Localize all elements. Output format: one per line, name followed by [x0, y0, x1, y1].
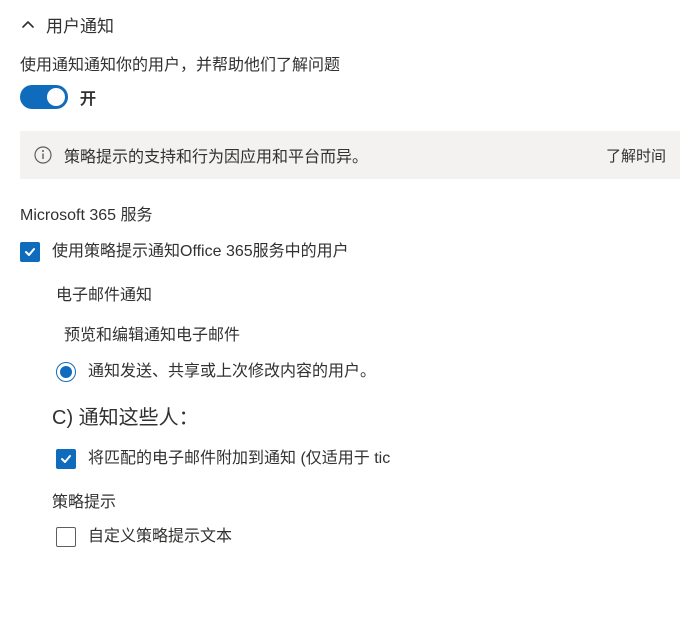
- info-banner-text: 策略提示的支持和行为因应用和平台而异。: [64, 143, 594, 167]
- section-description: 使用通知通知你的用户，并帮助他们了解问题: [20, 51, 680, 75]
- preview-edit-email-link[interactable]: 预览和编辑通知电子邮件: [20, 321, 680, 345]
- notify-these-people-heading: C) 通知这些人：: [20, 401, 680, 430]
- info-icon: [34, 146, 52, 164]
- policy-tip-subheading: 策略提示: [20, 488, 680, 512]
- email-notification-heading: 电子邮件通知: [20, 281, 680, 305]
- policy-tip-checkbox[interactable]: [20, 242, 40, 262]
- policy-tip-checkbox-label: 使用策略提示通知Office 365服务中的用户: [52, 241, 349, 263]
- notify-sender-radio-label: 通知发送、共享或上次修改内容的用户。: [88, 361, 376, 383]
- custom-policy-tip-checkbox[interactable]: [56, 527, 76, 547]
- info-banner: 策略提示的支持和行为因应用和平台而异。 了解时间: [20, 131, 680, 179]
- notifications-toggle[interactable]: [20, 85, 68, 109]
- attach-email-checkbox[interactable]: [56, 449, 76, 469]
- attach-email-checkbox-label: 将匹配的电子邮件附加到通知 (仅适用于 tic: [88, 448, 390, 470]
- learn-more-link[interactable]: 了解时间: [606, 145, 666, 166]
- section-title: 用户通知: [46, 12, 114, 37]
- section-header[interactable]: 用户通知: [20, 12, 680, 37]
- chevron-up-icon: [20, 17, 36, 33]
- toggle-state-label: 开: [80, 85, 96, 109]
- service-heading: Microsoft 365 服务: [20, 201, 680, 225]
- custom-policy-tip-checkbox-label: 自定义策略提示文本: [88, 526, 232, 548]
- notify-sender-radio[interactable]: [56, 362, 76, 382]
